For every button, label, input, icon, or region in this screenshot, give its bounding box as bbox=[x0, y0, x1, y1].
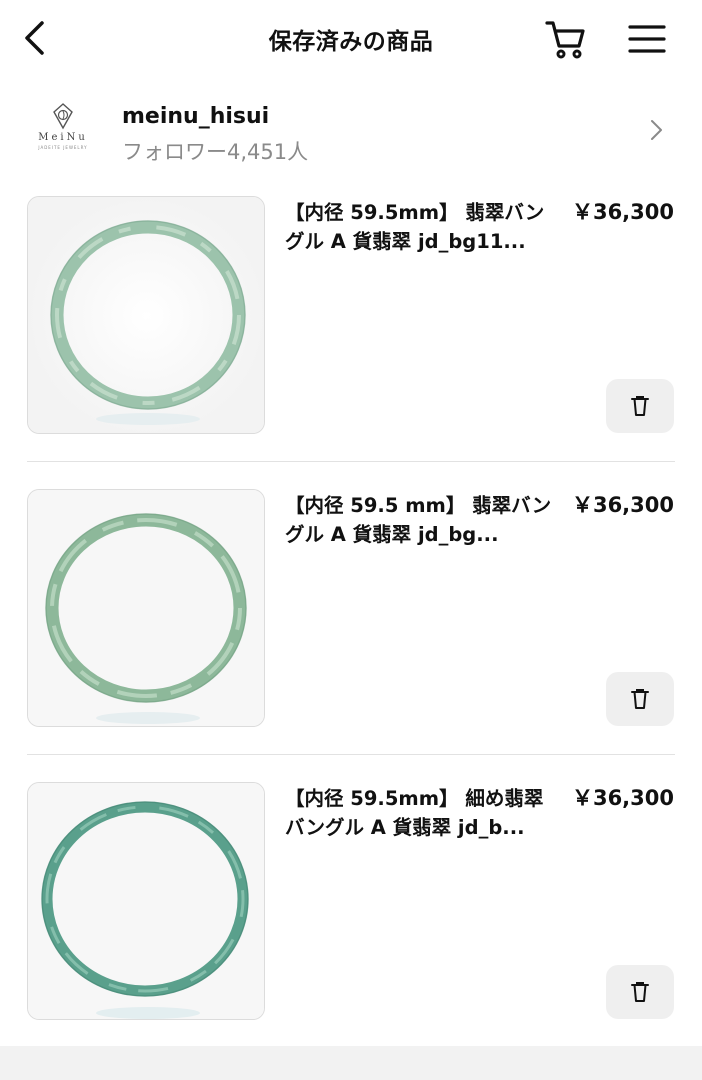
delete-button[interactable] bbox=[606, 379, 674, 433]
product-price: ￥36,300 bbox=[571, 200, 674, 224]
shop-logo: MeiNu JADEITE JEWELRY bbox=[24, 102, 102, 164]
product-title[interactable]: 【内径 59.5 mm】 翡翠バングル A 貨翡翠 jd_bg... bbox=[285, 491, 553, 549]
delete-button[interactable] bbox=[606, 965, 674, 1019]
saved-items-screen: 保存済みの商品 MeiNu JADEITE JEWELRY meinu_hisu… bbox=[0, 0, 702, 1080]
product-title[interactable]: 【内径 59.5mm】 細め翡翠バングル A 貨翡翠 jd_b... bbox=[285, 784, 553, 842]
shop-row[interactable]: MeiNu JADEITE JEWELRY meinu_hisui フォロワー4… bbox=[0, 92, 702, 174]
product-price: ￥36,300 bbox=[571, 786, 674, 810]
menu-button[interactable] bbox=[622, 14, 672, 64]
hamburger-menu-icon bbox=[628, 25, 666, 53]
logo-text: MeiNu bbox=[38, 132, 88, 143]
trash-icon bbox=[631, 396, 649, 416]
product-item: 【内径 59.5 mm】 翡翠バングル A 貨翡翠 jd_bg... ￥36,3… bbox=[0, 489, 702, 749]
jade-bangle-image bbox=[28, 490, 264, 726]
trash-icon bbox=[631, 689, 649, 709]
product-image[interactable] bbox=[27, 196, 265, 434]
product-image[interactable] bbox=[27, 782, 265, 1020]
jade-logo-icon bbox=[53, 103, 73, 130]
divider bbox=[27, 461, 675, 462]
chevron-right-icon bbox=[651, 120, 662, 140]
product-title[interactable]: 【内径 59.5mm】 翡翠バングル A 貨翡翠 jd_bg11... bbox=[285, 198, 553, 256]
shop-followers: フォロワー4,451人 bbox=[122, 140, 309, 164]
cart-icon bbox=[545, 21, 585, 59]
jade-bangle-image bbox=[28, 197, 264, 433]
page-title: 保存済みの商品 bbox=[268, 29, 434, 55]
product-price: ￥36,300 bbox=[571, 493, 674, 517]
product-item: 【内径 59.5mm】 細め翡翠バングル A 貨翡翠 jd_b... ￥36,3… bbox=[0, 782, 702, 1042]
divider bbox=[27, 754, 675, 755]
logo-subtext: JADEITE JEWELRY bbox=[38, 145, 88, 150]
cart-button[interactable] bbox=[540, 14, 590, 64]
product-item: 【内径 59.5mm】 翡翠バングル A 貨翡翠 jd_bg11... ￥36,… bbox=[0, 196, 702, 456]
trash-icon bbox=[631, 982, 649, 1002]
product-image[interactable] bbox=[27, 489, 265, 727]
shop-name: meinu_hisui bbox=[122, 104, 270, 129]
bottom-bar bbox=[0, 1046, 702, 1080]
header: 保存済みの商品 bbox=[0, 0, 702, 80]
delete-button[interactable] bbox=[606, 672, 674, 726]
jade-bangle-image bbox=[28, 783, 264, 1019]
